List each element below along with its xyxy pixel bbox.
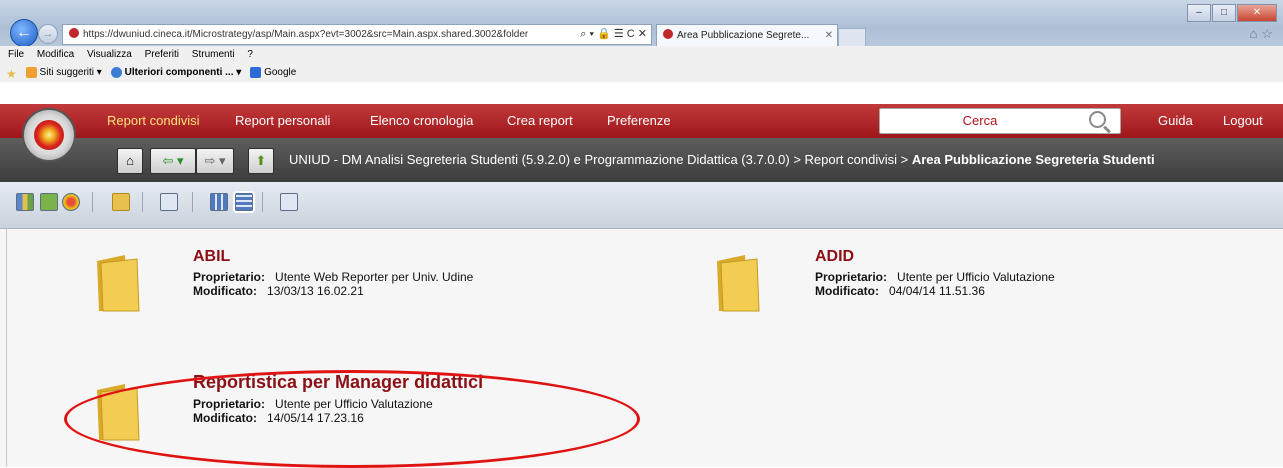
back-button[interactable]: ← xyxy=(10,19,38,47)
home-favorites-icons[interactable]: ⌂☆ xyxy=(1249,26,1277,42)
toolbar-separator xyxy=(262,192,263,212)
forward-button[interactable]: → xyxy=(38,24,58,44)
breadcrumb-path[interactable]: UNIUD - DM Analisi Segreteria Studenti (… xyxy=(289,152,912,167)
folder-icon xyxy=(717,255,760,312)
window-controls: – □ ✕ xyxy=(1186,2,1277,22)
new-report-icon[interactable] xyxy=(16,193,34,211)
search-placeholder: Cerca xyxy=(962,113,998,128)
ie-icon xyxy=(110,67,122,78)
properties-icon[interactable] xyxy=(160,193,178,211)
logout-link[interactable]: Logout xyxy=(1223,104,1263,138)
search-icon[interactable] xyxy=(1089,111,1106,128)
parent-folder-button[interactable]: ⬆ xyxy=(248,148,274,174)
folder-modified: Modificato: 04/04/14 11.51.36 xyxy=(815,284,985,298)
new-graph-icon[interactable] xyxy=(62,193,80,211)
google-icon xyxy=(250,67,262,78)
site-icon xyxy=(69,28,79,38)
suggested-sites-icon xyxy=(25,67,37,78)
address-controls[interactable]: ⌕ ▾ 🔒 ☰ C ✕ xyxy=(580,25,647,44)
nav-report-personali[interactable]: Report personali xyxy=(235,104,330,138)
history-forward-button[interactable]: ⇨ ▾ xyxy=(196,148,234,174)
app-logo xyxy=(22,108,76,162)
new-tab-button[interactable] xyxy=(838,28,866,46)
highlight-annotation xyxy=(64,370,640,468)
nav-preferenze[interactable]: Preferenze xyxy=(607,104,671,138)
favorites-bar: ★ Siti suggeriti ▾ Ulteriori componenti … xyxy=(0,63,1283,83)
menu-modifica[interactable]: Modifica xyxy=(37,49,74,60)
folder-title[interactable]: ADID xyxy=(815,248,854,266)
menu-help[interactable]: ? xyxy=(247,49,253,60)
address-text: https://dwuniud.cineca.it/Microstrategy/… xyxy=(83,29,529,40)
folder-modified: Modificato: 13/03/13 16.02.21 xyxy=(193,284,364,298)
menu-visualizza[interactable]: Visualizza xyxy=(87,49,132,60)
content-border xyxy=(6,229,7,467)
close-window-button[interactable]: ✕ xyxy=(1237,4,1277,22)
tab-site-icon xyxy=(663,29,673,39)
nav-crea-report[interactable]: Crea report xyxy=(507,104,573,138)
new-document-icon[interactable] xyxy=(40,193,58,211)
breadcrumb: UNIUD - DM Analisi Segreteria Studenti (… xyxy=(289,138,1155,182)
icon-view-icon[interactable] xyxy=(235,193,253,211)
refresh-icon[interactable] xyxy=(280,193,298,211)
menu-strumenti[interactable]: Strumenti xyxy=(192,49,235,60)
toolbar-separator xyxy=(192,192,193,212)
app-top-spacer xyxy=(0,82,1283,104)
browser-tab[interactable]: Area Pubblicazione Segrete... ✕ xyxy=(656,24,838,46)
breadcrumb-current: Area Pubblicazione Segreteria Studenti xyxy=(911,152,1155,167)
address-bar[interactable]: https://dwuniud.cineca.it/Microstrategy/… xyxy=(62,24,652,45)
favorites-star-icon[interactable]: ★ xyxy=(6,67,17,81)
menu-preferiti[interactable]: Preferiti xyxy=(145,49,179,60)
folder-owner: Proprietario: Utente Web Reporter per Un… xyxy=(193,270,474,284)
toolbar-separator xyxy=(142,192,143,212)
folder-owner: Proprietario: Utente per Ufficio Valutaz… xyxy=(815,270,1055,284)
fav-siti-suggeriti[interactable]: Siti suggeriti ▾ xyxy=(25,63,102,82)
toolbar-separator xyxy=(92,192,93,212)
list-view-icon[interactable] xyxy=(210,193,228,211)
home-button[interactable]: ⌂ xyxy=(117,148,143,174)
maximize-button[interactable]: □ xyxy=(1212,4,1236,22)
fav-google[interactable]: Google xyxy=(250,63,296,82)
menu-file[interactable]: File xyxy=(8,49,24,60)
menu-bar: File Modifica Visualizza Preferiti Strum… xyxy=(0,46,1283,63)
history-back-button[interactable]: ⇦ ▾ xyxy=(150,148,196,174)
minimize-button[interactable]: – xyxy=(1187,4,1211,22)
tab-title: Area Pubblicazione Segrete... xyxy=(677,30,810,41)
fav-ulteriori-componenti[interactable]: Ulteriori componenti ... ▾ xyxy=(110,63,241,82)
new-folder-icon[interactable] xyxy=(112,193,130,211)
folder-title[interactable]: ABIL xyxy=(193,248,230,266)
folder-icon xyxy=(97,255,140,312)
logo-emblem-icon xyxy=(34,120,64,150)
search-input[interactable]: Cerca xyxy=(879,108,1121,134)
nav-elenco-cronologia[interactable]: Elenco cronologia xyxy=(370,104,473,138)
nav-report-condivisi[interactable]: Report condivisi xyxy=(107,104,200,138)
tab-close-icon[interactable]: ✕ xyxy=(825,25,833,46)
help-link[interactable]: Guida xyxy=(1158,104,1193,138)
